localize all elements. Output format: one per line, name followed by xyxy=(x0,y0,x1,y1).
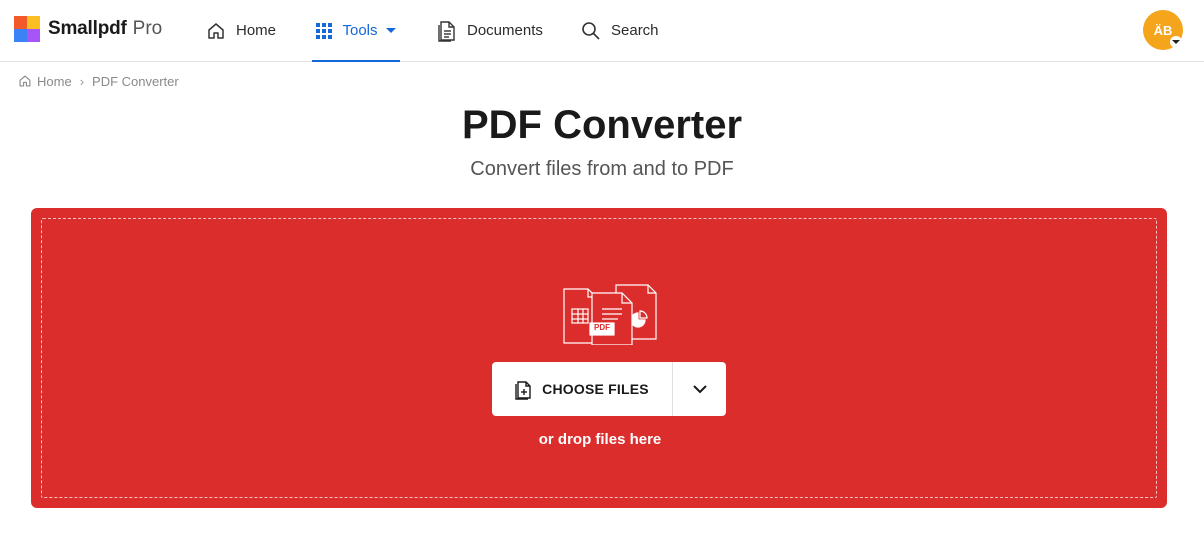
pdf-badge-label: PDF xyxy=(594,323,610,332)
breadcrumb: Home › PDF Converter xyxy=(18,72,179,90)
active-tab-indicator xyxy=(312,60,400,62)
drop-hint: or drop files here xyxy=(538,431,662,448)
choose-files-group: CHOOSE FILES xyxy=(492,362,726,416)
file-add-icon xyxy=(515,381,531,400)
nav-documents[interactable]: Documents xyxy=(437,0,543,61)
nav-tools-label: Tools xyxy=(342,22,378,39)
home-icon xyxy=(19,75,31,87)
nav-search-label: Search xyxy=(611,22,659,39)
choose-source-dropdown[interactable] xyxy=(673,362,726,416)
brand-name: Smallpdf xyxy=(48,18,127,39)
nav-documents-label: Documents xyxy=(467,22,543,39)
avatar-dropdown-icon[interactable] xyxy=(1170,36,1182,48)
chevron-down-icon xyxy=(692,384,707,393)
choose-files-label: CHOOSE FILES xyxy=(542,381,649,397)
smallpdf-logo[interactable]: Smallpdf Pro xyxy=(14,16,162,42)
nav-home[interactable]: Home xyxy=(206,0,276,61)
top-header: Smallpdf Pro Home Tools Documents Search… xyxy=(0,0,1204,62)
breadcrumb-current: PDF Converter xyxy=(92,73,179,89)
dropzone-border: PDF CHOOSE FILES or drop files here xyxy=(41,218,1157,498)
document-icon xyxy=(438,20,455,42)
grid-icon xyxy=(316,22,333,39)
nav-home-label: Home xyxy=(236,22,277,39)
choose-files-button[interactable]: CHOOSE FILES xyxy=(492,362,672,416)
brand-tier: Pro xyxy=(132,18,163,39)
breadcrumb-separator: › xyxy=(79,73,85,89)
breadcrumb-home[interactable]: Home xyxy=(18,74,72,89)
nav-tools[interactable]: Tools xyxy=(312,0,400,62)
search-icon xyxy=(582,21,600,40)
logo-mark-icon xyxy=(14,16,40,42)
home-icon xyxy=(208,22,224,39)
file-types-illustration-icon xyxy=(563,284,657,345)
nav-search[interactable]: Search xyxy=(581,0,659,61)
page-subtitle: Convert files from and to PDF xyxy=(470,158,734,180)
chevron-down-icon xyxy=(385,28,396,33)
page-title: PDF Converter xyxy=(461,103,743,147)
file-dropzone[interactable]: PDF CHOOSE FILES or drop files here xyxy=(31,208,1167,508)
breadcrumb-home-label: Home xyxy=(37,73,72,89)
